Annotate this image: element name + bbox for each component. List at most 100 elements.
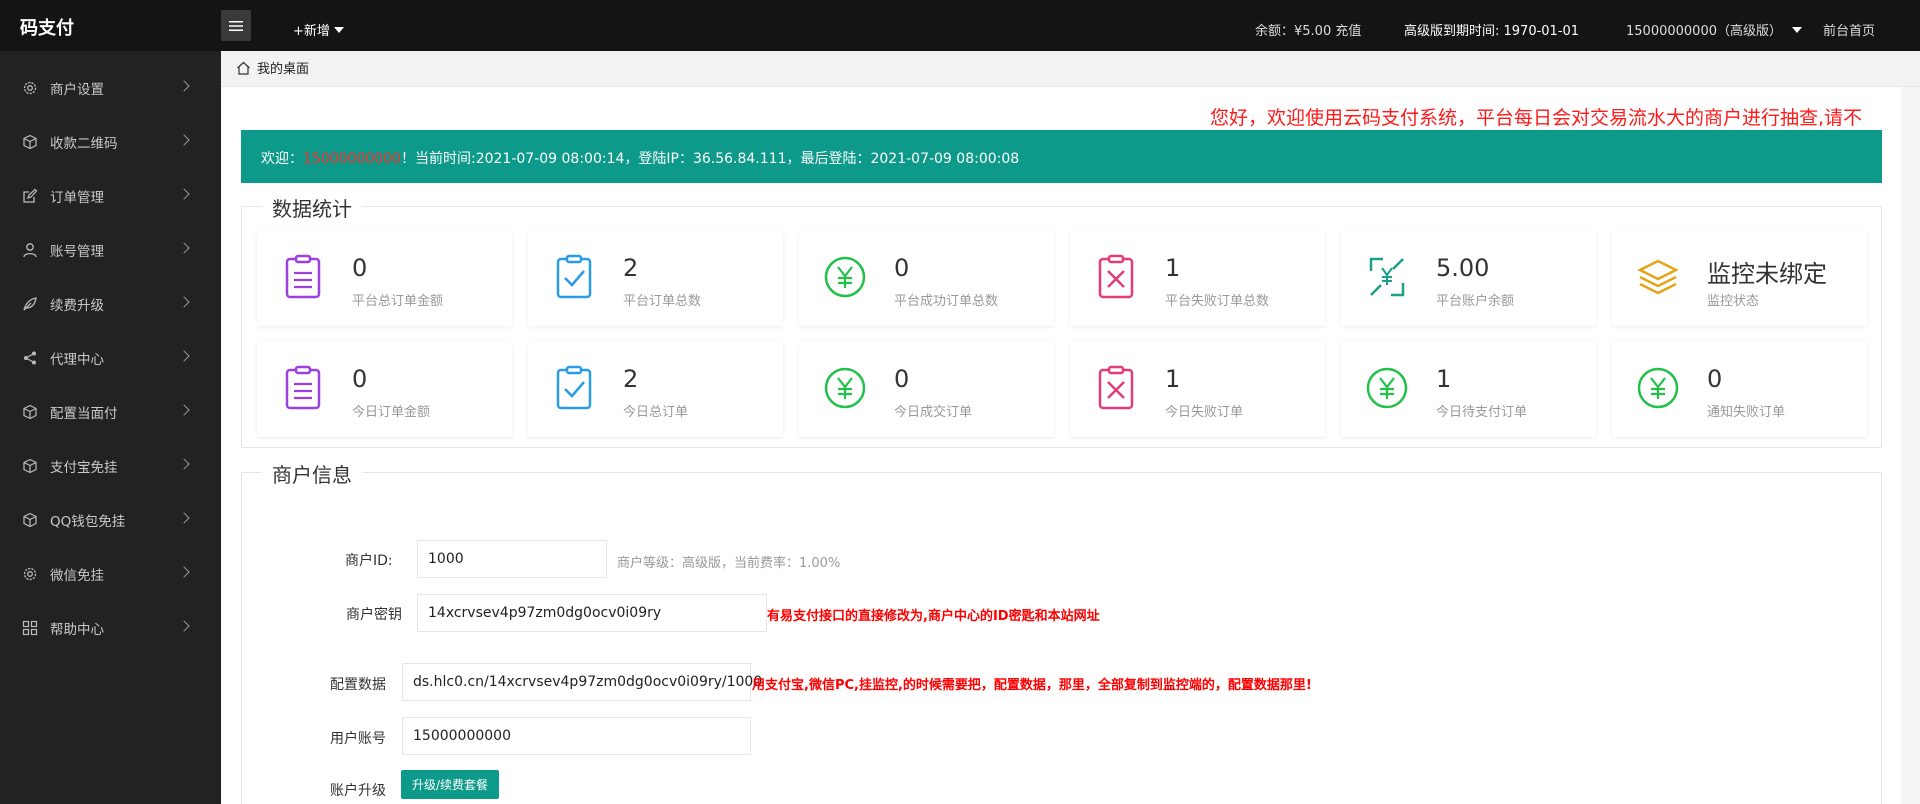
yen-circle-icon [1366, 367, 1408, 409]
sidebar-item-qrcode[interactable]: 收款二维码 [0, 115, 221, 169]
merchant-legend: 商户信息 [262, 459, 362, 488]
stat-card: 0 今日订单金额 [257, 341, 512, 437]
sidebar-item-renew[interactable]: 续费升级 [0, 277, 221, 331]
yen-circle-icon [1637, 367, 1679, 409]
balance-recharge[interactable]: 余额：¥5.00 充值 [1255, 20, 1361, 39]
sidebar-item-label: 帮助中心 [50, 622, 104, 638]
clipboard-check-icon [556, 365, 592, 410]
tab-bar [221, 51, 1920, 87]
sidebar-item-label: 续费升级 [50, 298, 104, 314]
stat-label: 今日订单金额 [352, 405, 431, 420]
stat-value: 0 [894, 254, 910, 282]
frontpage-link[interactable]: 前台首页 [1823, 20, 1875, 39]
merchant-level-note: 商户等级：高级版，当前费率：1.00% [617, 556, 841, 571]
sidebar-item-label: 代理中心 [50, 352, 104, 368]
merchant-key-field[interactable]: 14xcrvsev4p97zm0dg0ocv0i09ry [417, 594, 767, 632]
stat-value: 2 [623, 254, 639, 282]
cube-icon [23, 512, 37, 528]
welcome-login-info: ！当前时间:2021-07-09 08:00:14，登陆IP：36.56.84.… [400, 151, 1020, 167]
merchant-id-field[interactable]: 1000 [417, 540, 607, 578]
gear-icon [23, 81, 37, 95]
sidebar-item-f2f-config[interactable]: 配置当面付 [0, 385, 221, 439]
stat-value: 1 [1436, 365, 1452, 393]
welcome-username: 15000000000 [303, 151, 401, 167]
sidebar-item-label: QQ钱包免挂 [50, 514, 126, 530]
stat-value: 1 [1165, 365, 1181, 393]
config-data-field[interactable]: ds.hlc0.cn/14xcrvsev4p97zm0dg0ocv0i09ry/… [402, 663, 762, 701]
chevron-right-icon [178, 296, 190, 308]
sidebar-item-qq-wallet[interactable]: QQ钱包免挂 [0, 493, 221, 547]
cube-icon [23, 458, 37, 474]
plan-expire-time: 高级版到期时间: 1970-01-01 [1404, 24, 1580, 39]
chevron-right-icon [178, 566, 190, 578]
user-account: 15000000000（高级版） [1626, 24, 1782, 39]
sidebar: 商户设置 收款二维码 订单管理 账号管理 续费升级 代理中心 配置当面付 支付宝… [0, 51, 221, 804]
user-account-label: 用户账号 [330, 731, 386, 747]
layers-icon [1637, 259, 1679, 295]
stat-card: 0 平台成功订单总数 [799, 230, 1054, 326]
stat-label: 平台账户余额 [1436, 294, 1515, 309]
sidebar-item-wechat[interactable]: 微信免挂 [0, 547, 221, 601]
gear-icon [23, 567, 37, 581]
account-upgrade-label: 账户升级 [330, 783, 386, 799]
home-icon [237, 61, 250, 75]
sidebar-item-orders[interactable]: 订单管理 [0, 169, 221, 223]
sidebar-item-label: 商户设置 [50, 82, 104, 98]
clipboard-x-icon [1098, 365, 1134, 410]
app-logo[interactable]: 码支付 [20, 14, 74, 40]
stat-card: 2 今日总订单 [528, 341, 783, 437]
sidebar-item-label: 配置当面付 [50, 406, 118, 422]
yen-transfer-icon [1369, 257, 1405, 297]
caret-down-icon [1791, 26, 1802, 33]
user-icon [23, 243, 37, 258]
config-data-note: 用支付宝,微信PC,挂监控,的时候需要把，配置数据，那里，全部复制到监控端的，配… [752, 678, 1312, 693]
sidebar-item-label: 收款二维码 [50, 136, 118, 152]
clipboard-x-icon [1098, 254, 1134, 299]
welcome-prefix: 欢迎： [261, 151, 303, 167]
sidebar-item-agent[interactable]: 代理中心 [0, 331, 221, 385]
merchant-id-label: 商户ID: [345, 553, 393, 569]
chevron-right-icon [178, 620, 190, 632]
announcement-marquee: 您好，欢迎使用云码支付系统，平台每日会对交易流水大的商户进行抽查,请不 [1210, 107, 1863, 129]
stat-label: 今日失败订单 [1165, 405, 1244, 420]
cube-icon [23, 404, 37, 420]
chevron-right-icon [178, 404, 190, 416]
top-bar: 码支付 +新增 余额：¥5.00 充值 高级版到期时间: 1970-01-01 … [0, 0, 1920, 51]
leaf-icon [23, 297, 37, 311]
sidebar-item-accounts[interactable]: 账号管理 [0, 223, 221, 277]
stat-value: 1 [1165, 254, 1181, 282]
share-icon [24, 351, 36, 365]
stat-value: 0 [1707, 365, 1723, 393]
edit-icon [23, 188, 38, 203]
vertical-scrollbar[interactable] [1901, 87, 1920, 804]
chevron-right-icon [178, 242, 190, 254]
stat-value: 2 [623, 365, 639, 393]
sidebar-item-label: 支付宝免挂 [50, 460, 118, 476]
stat-label: 平台失败订单总数 [1165, 294, 1270, 309]
tab-my-desktop[interactable]: 我的桌面 [236, 58, 309, 77]
yen-circle-icon [824, 256, 866, 298]
stat-value: 监控未绑定 [1707, 260, 1827, 288]
user-menu[interactable]: 15000000000（高级版） [1626, 20, 1802, 39]
clipboard-icon [285, 365, 321, 410]
stat-label: 通知失败订单 [1707, 405, 1786, 420]
sidebar-item-label: 微信免挂 [50, 568, 104, 584]
sidebar-item-merchant-settings[interactable]: 商户设置 [0, 61, 221, 115]
tab-label: 我的桌面 [257, 62, 310, 77]
cube-icon [23, 134, 37, 150]
chevron-right-icon [178, 188, 190, 200]
sidebar-item-alipay[interactable]: 支付宝免挂 [0, 439, 221, 493]
stat-label: 今日成交订单 [894, 405, 973, 420]
config-data-label: 配置数据 [330, 677, 386, 693]
sidebar-item-help[interactable]: 帮助中心 [0, 601, 221, 655]
hamburger-icon [229, 20, 243, 31]
chevron-right-icon [178, 350, 190, 362]
user-account-field[interactable]: 15000000000 [402, 717, 751, 755]
menu-toggle-button[interactable] [221, 10, 251, 41]
upgrade-button[interactable]: 升级/续费套餐 [401, 770, 499, 799]
new-dropdown[interactable]: +新增 [293, 20, 344, 39]
stats-legend: 数据统计 [262, 193, 362, 222]
stat-label: 监控状态 [1707, 294, 1760, 309]
stat-label: 平台成功订单总数 [894, 294, 999, 309]
stat-card: 0 平台总订单金额 [257, 230, 512, 326]
